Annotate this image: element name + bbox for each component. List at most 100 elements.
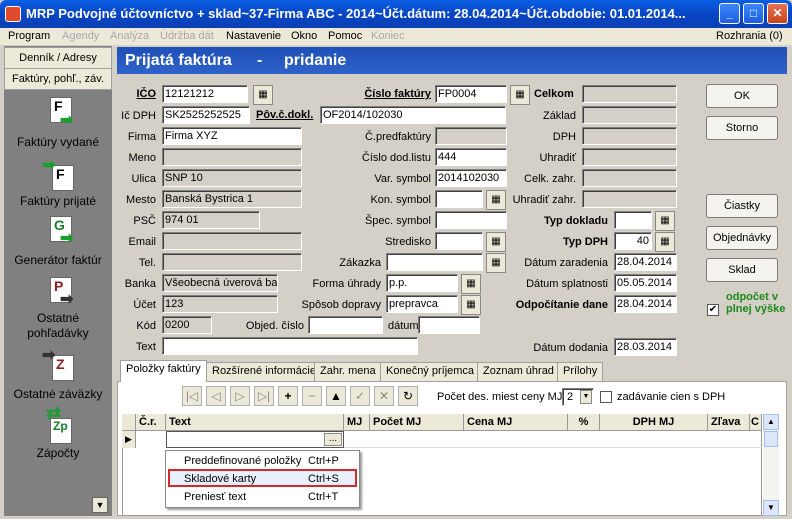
spec-symbol-field[interactable] — [435, 211, 507, 229]
next-record-icon[interactable]: ▷ — [230, 386, 250, 406]
datum-zaradenia-field[interactable]: 28.04.2014 — [614, 253, 677, 271]
ucet-field[interactable]: 123 — [162, 295, 278, 313]
obj-datum-field[interactable] — [418, 316, 480, 334]
forma-uhrady-field[interactable]: p.p. — [386, 274, 458, 292]
add-row-icon[interactable]: + — [278, 386, 298, 406]
typ-dph-field[interactable]: 40 — [614, 232, 652, 250]
sidebar-item-zapocty[interactable]: Zápočty — [4, 446, 112, 461]
stredisko-field[interactable] — [435, 232, 483, 250]
sidebar-tab-faktury[interactable]: Faktúry, pohľ., záv. — [4, 68, 112, 90]
pocet-des-select[interactable]: 2 ▼ — [562, 388, 594, 406]
text-field[interactable] — [162, 337, 418, 355]
forma-uhrady-lookup-button[interactable]: ▦ — [461, 274, 481, 294]
ico-lookup-button[interactable]: ▦ — [253, 85, 273, 105]
delete-row-icon[interactable]: − — [302, 386, 322, 406]
grid-header-mj[interactable]: MJ — [344, 414, 370, 431]
email-field[interactable] — [162, 232, 302, 250]
tab-rozsirene[interactable]: Rozšírené informácie — [206, 362, 322, 381]
zakazka-field[interactable] — [386, 253, 483, 271]
var-symbol-field[interactable]: 2014102030 — [435, 169, 507, 187]
tab-zoznam-uhrad[interactable]: Zoznam úhrad — [477, 362, 560, 381]
tab-zahr-mena[interactable]: Zahr. mena — [314, 362, 382, 381]
first-record-icon[interactable]: |◁ — [182, 386, 202, 406]
sidebar-item-faktury-prijate[interactable]: Faktúry prijaté — [4, 194, 112, 209]
sidebar-item-generator[interactable]: Generátor faktúr — [4, 253, 112, 268]
grid-header-cena-mj[interactable]: Cena MJ — [464, 414, 568, 431]
refresh-icon[interactable]: ↻ — [398, 386, 418, 406]
datum-splatnosti-field[interactable]: 05.05.2014 — [614, 274, 677, 292]
table-row[interactable] — [344, 431, 762, 448]
odpocet-checkbox[interactable]: ✔ — [707, 304, 719, 316]
sidebar-item-faktury-vydane[interactable]: Faktúry vydané — [4, 135, 112, 150]
sidebar-item-zavazky[interactable]: Ostatné záväzky — [4, 387, 112, 402]
confirm-icon[interactable]: ✓ — [350, 386, 370, 406]
menu-udrzba[interactable]: Údržba dát — [160, 30, 214, 42]
cancel-icon[interactable]: ✕ — [374, 386, 394, 406]
storno-button[interactable]: Storno — [706, 116, 778, 140]
grid-header-pocet-mj[interactable]: Počet MJ — [370, 414, 464, 431]
sklad-button[interactable]: Sklad — [706, 258, 778, 282]
meno-field[interactable] — [162, 148, 302, 166]
minimize-button[interactable]: _ — [719, 3, 740, 24]
typ-dph-lookup-button[interactable]: ▦ — [655, 232, 675, 252]
sposob-dopravy-field[interactable]: prepravca — [386, 295, 458, 313]
icdph-field[interactable]: SK2525252525 — [162, 106, 250, 124]
sidebar-scroll-down-icon[interactable]: ▼ — [92, 497, 108, 513]
tab-prilohy[interactable]: Prílohy — [557, 362, 604, 381]
banka-field[interactable]: Všeobecná úverová ba — [162, 274, 278, 292]
grid-cell-text-editor[interactable] — [166, 431, 344, 448]
typ-dokladu-lookup-button[interactable]: ▦ — [655, 211, 675, 231]
kod-field[interactable]: 0200 — [162, 316, 212, 334]
grid-header-text[interactable]: Text — [166, 414, 344, 431]
menu-analyza[interactable]: Analýza — [110, 30, 149, 42]
psc-field[interactable]: 974 01 — [162, 211, 260, 229]
ulica-field[interactable]: SNP 10 — [162, 169, 302, 187]
c-dod-listu-field[interactable]: 444 — [435, 148, 507, 166]
ciastky-button[interactable]: Čiastky — [706, 194, 778, 218]
firma-field[interactable]: Firma XYZ — [162, 127, 302, 145]
cislo-faktury-lookup-button[interactable]: ▦ — [510, 85, 530, 105]
menu-program[interactable]: Program — [8, 30, 50, 42]
menu-agendy[interactable]: Agendy — [62, 30, 99, 42]
grid-header-dph-mj[interactable]: DPH MJ — [600, 414, 708, 431]
grid-header-zlava[interactable]: Zľava — [708, 414, 750, 431]
menu-item-preddefinovane[interactable]: Preddefinované položky Ctrl+P — [166, 451, 359, 470]
datum-dodania-field[interactable]: 28.03.2014 — [614, 338, 677, 356]
odpocitanie-dane-field[interactable]: 28.04.2014 — [614, 295, 677, 313]
tel-field[interactable] — [162, 253, 302, 271]
grid-header-percent[interactable]: % — [568, 414, 600, 431]
scroll-up-icon[interactable]: ▲ — [763, 414, 779, 430]
objednavky-button[interactable]: Objednávky — [706, 226, 778, 250]
move-up-icon[interactable]: ▲ — [326, 386, 346, 406]
ok-button[interactable]: OK — [706, 84, 778, 108]
text-ellipsis-button[interactable]: ... — [324, 433, 342, 446]
c-predfaktury-field[interactable] — [435, 127, 507, 145]
last-record-icon[interactable]: ▷| — [254, 386, 274, 406]
zadavanie-checkbox[interactable] — [600, 391, 612, 403]
menu-pomoc[interactable]: Pomoc — [328, 30, 362, 42]
tab-konecny-prijemca[interactable]: Konečný príjemca — [380, 362, 481, 381]
maximize-button[interactable]: □ — [743, 3, 764, 24]
menu-item-preniest-text[interactable]: Preniesť text Ctrl+T — [166, 488, 359, 507]
typ-dokladu-field[interactable] — [614, 211, 652, 229]
menu-nastavenie[interactable]: Nastavenie — [226, 30, 281, 42]
tab-polozky[interactable]: Položky faktúry — [120, 360, 207, 382]
pov-c-dokl-field[interactable]: OF2014/102030 — [320, 106, 506, 124]
scroll-down-icon[interactable]: ▼ — [763, 500, 779, 516]
menu-okno[interactable]: Okno — [291, 30, 317, 42]
kon-symbol-field[interactable] — [435, 190, 483, 208]
menu-item-skladove-karty[interactable]: Skladové karty Ctrl+S — [168, 469, 357, 487]
sposob-dopravy-lookup-button[interactable]: ▦ — [461, 295, 481, 315]
prev-record-icon[interactable]: ◁ — [206, 386, 226, 406]
close-button[interactable]: ✕ — [767, 3, 788, 24]
cislo-faktury-field[interactable]: FP0004 — [435, 85, 507, 103]
menu-koniec[interactable]: Koniec — [371, 30, 405, 42]
sidebar-item-pohladavky[interactable]: Ostatné pohľadávky — [4, 311, 112, 341]
ico-field[interactable]: 12121212 — [162, 85, 248, 103]
sidebar-tab-dennik[interactable]: Denník / Adresy — [4, 47, 112, 69]
scroll-thumb[interactable] — [764, 431, 778, 447]
menu-rozhrania[interactable]: Rozhrania (0) — [716, 30, 783, 42]
mesto-field[interactable]: Banská Bystrica 1 — [162, 190, 302, 208]
grid-header-c[interactable]: C — [750, 414, 762, 431]
obj-cislo-field[interactable] — [308, 316, 383, 334]
